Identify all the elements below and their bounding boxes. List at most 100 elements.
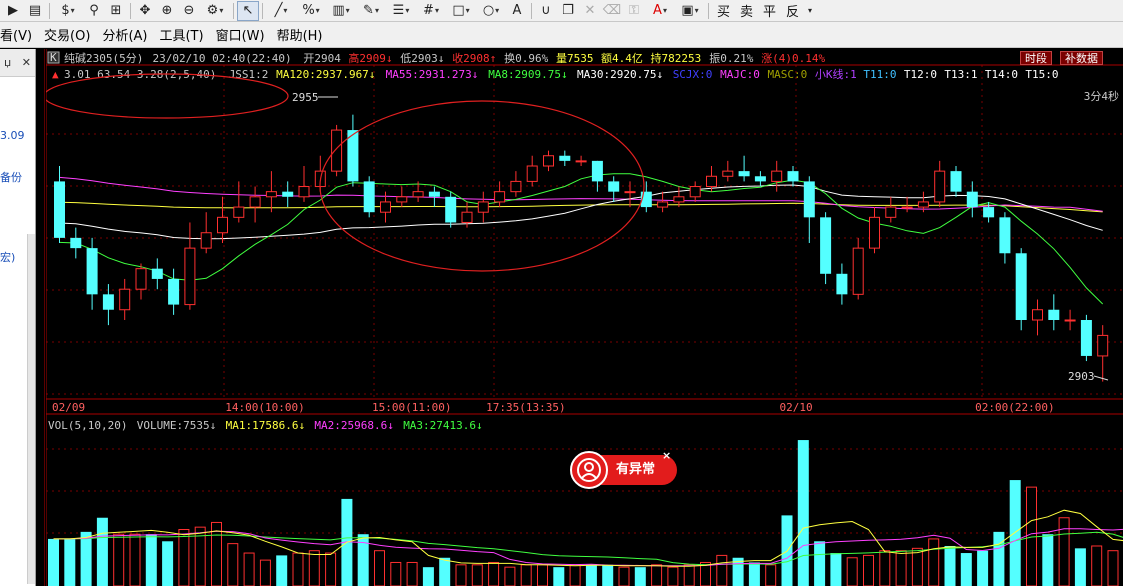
volume-bar-down[interactable] bbox=[977, 550, 989, 586]
copy-icon[interactable]: ❐ bbox=[557, 1, 579, 21]
candle-body-down[interactable] bbox=[754, 176, 766, 182]
volume-bar-up[interactable] bbox=[243, 552, 255, 586]
hash-icon[interactable]: # bbox=[416, 1, 446, 21]
volume-bar-down[interactable] bbox=[1009, 480, 1021, 586]
candle-body-up[interactable] bbox=[510, 180, 522, 193]
magnet-icon[interactable]: ∪ bbox=[535, 1, 557, 21]
volume-bar-up[interactable] bbox=[765, 564, 777, 586]
candle-body-down[interactable] bbox=[168, 278, 180, 305]
candle-body-down[interactable] bbox=[445, 196, 457, 223]
zoom-in-icon[interactable]: ⊕ bbox=[156, 1, 178, 21]
volume-bar-up[interactable] bbox=[1091, 545, 1103, 586]
candle-body-down[interactable] bbox=[559, 155, 571, 161]
circle-icon[interactable]: ○ bbox=[476, 1, 506, 21]
volume-bar-up[interactable] bbox=[227, 543, 239, 586]
volume-bar-down[interactable] bbox=[162, 541, 174, 586]
left-panel-scrollbar[interactable] bbox=[27, 234, 35, 584]
candle-body-down[interactable] bbox=[54, 181, 65, 238]
candle-body-up[interactable] bbox=[477, 201, 489, 213]
volume-bar-down[interactable] bbox=[830, 553, 842, 586]
volume-bar-down[interactable] bbox=[422, 567, 434, 586]
candle-body-down[interactable] bbox=[820, 217, 832, 274]
volume-bar-up[interactable] bbox=[374, 550, 385, 586]
gear-icon[interactable]: ⚙ bbox=[200, 1, 230, 21]
volume-bar-up[interactable] bbox=[569, 564, 581, 586]
candle-body-up[interactable] bbox=[689, 186, 701, 198]
volume-bar-up[interactable] bbox=[667, 566, 679, 586]
text-icon[interactable]: A bbox=[506, 1, 528, 21]
candle-body-up[interactable] bbox=[852, 247, 864, 295]
volume-bar-down[interactable] bbox=[797, 440, 809, 586]
candle-body-down[interactable] bbox=[738, 171, 750, 177]
candle-body-up[interactable] bbox=[706, 175, 717, 188]
volume-bar-up[interactable] bbox=[113, 533, 125, 586]
volume-bar-up[interactable] bbox=[1058, 517, 1070, 586]
volume-bar-up[interactable] bbox=[895, 550, 907, 586]
volume-bar-up[interactable] bbox=[259, 559, 271, 586]
volume-bar-up[interactable] bbox=[683, 564, 695, 586]
candle-body-down[interactable] bbox=[950, 171, 962, 192]
candle-body-up[interactable] bbox=[1097, 334, 1109, 357]
volume-bar-up[interactable] bbox=[863, 554, 874, 586]
menu-item-4[interactable]: 窗口(W) bbox=[210, 25, 271, 44]
volume-bar-up[interactable] bbox=[911, 547, 923, 586]
candle-body-down[interactable] bbox=[966, 191, 978, 208]
volume-bar-up[interactable] bbox=[308, 550, 320, 586]
volume-bar-down[interactable] bbox=[814, 541, 826, 586]
candle-body-down[interactable] bbox=[591, 160, 603, 182]
candle-body-down[interactable] bbox=[999, 217, 1011, 254]
menu-item-5[interactable]: 帮助(H) bbox=[271, 25, 329, 44]
volume-bar-up[interactable] bbox=[504, 566, 516, 586]
menu-item-0[interactable]: 看(V) bbox=[0, 25, 38, 44]
line-icon[interactable]: ╱ bbox=[266, 1, 296, 21]
volume-bar-up[interactable] bbox=[846, 557, 858, 586]
candle-body-up[interactable] bbox=[1064, 319, 1076, 322]
volume-bar-down[interactable] bbox=[585, 564, 597, 586]
candle-body-up[interactable] bbox=[901, 206, 913, 209]
panel-splitter[interactable] bbox=[37, 49, 45, 586]
candle-body-down[interactable] bbox=[102, 294, 114, 310]
candle-body-up[interactable] bbox=[233, 206, 245, 218]
candle-body-up[interactable] bbox=[624, 191, 636, 194]
candle-body-down[interactable] bbox=[803, 181, 815, 218]
volume-bar-down[interactable] bbox=[48, 538, 59, 586]
volume-bar-down[interactable] bbox=[96, 517, 108, 586]
candle-body-up[interactable] bbox=[543, 155, 554, 167]
volume-bar-down[interactable] bbox=[553, 567, 565, 586]
font-color-icon[interactable]: A bbox=[645, 1, 675, 21]
channel-icon[interactable]: ☰ bbox=[386, 1, 416, 21]
trade-button-2[interactable]: 平 bbox=[758, 1, 781, 20]
volume-bar-down[interactable] bbox=[602, 564, 614, 586]
volume-bar-up[interactable] bbox=[178, 529, 190, 586]
volume-bar-up[interactable] bbox=[651, 564, 663, 586]
volume-bar-down[interactable] bbox=[276, 555, 288, 586]
candle-body-up[interactable] bbox=[722, 170, 734, 177]
volume-bar-up[interactable] bbox=[879, 550, 891, 586]
trade-dropdown-icon[interactable]: ▾ bbox=[804, 1, 816, 21]
volume-bar-up[interactable] bbox=[618, 566, 630, 586]
close-icon[interactable]: ✕ bbox=[579, 1, 601, 21]
candle-body-up[interactable] bbox=[917, 201, 929, 208]
badge-close-icon[interactable]: × bbox=[662, 449, 671, 462]
kline-chart[interactable]: K 纯碱2305(5分) 23/02/10 02:40(22:40) 开2904 高29… bbox=[46, 49, 1123, 586]
volume-bar-up[interactable] bbox=[390, 561, 402, 586]
candle-body-down[interactable] bbox=[1015, 253, 1027, 320]
volume-bar-down[interactable] bbox=[748, 562, 760, 586]
candle-body-up[interactable] bbox=[412, 191, 424, 198]
volume-bar-up[interactable] bbox=[406, 561, 418, 586]
move-icon[interactable]: ✥ bbox=[134, 1, 156, 21]
percent-icon[interactable]: % bbox=[296, 1, 326, 21]
volume-bar-up[interactable] bbox=[129, 533, 141, 586]
candle-body-up[interactable] bbox=[673, 196, 685, 203]
volume-bar-down[interactable] bbox=[439, 557, 451, 586]
zoom-out-icon[interactable]: ⊖ bbox=[178, 1, 200, 21]
volume-bar-up[interactable] bbox=[292, 552, 304, 586]
candle-body-down[interactable] bbox=[787, 171, 799, 182]
close-icon[interactable]: ✕ bbox=[22, 56, 31, 69]
candle-body-up[interactable] bbox=[135, 268, 147, 290]
candle-body-up[interactable] bbox=[217, 216, 228, 234]
trade-button-3[interactable]: 反 bbox=[781, 1, 804, 20]
volume-bar-up[interactable] bbox=[537, 564, 548, 586]
volume-bar-down[interactable] bbox=[64, 538, 76, 586]
candle-body-up[interactable] bbox=[200, 232, 212, 249]
